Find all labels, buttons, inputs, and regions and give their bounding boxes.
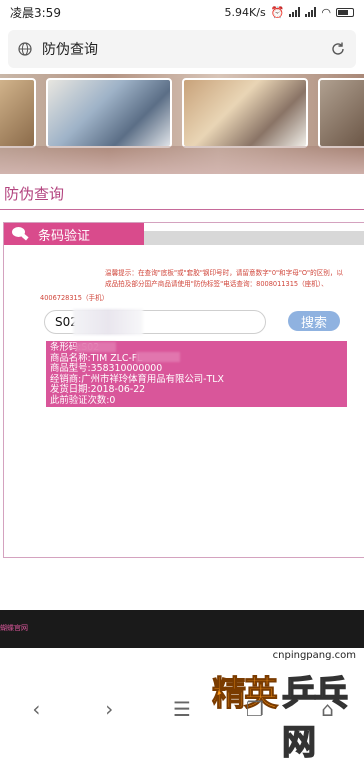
tip-line-1: 温馨提示：在查询"底板"或"套胶"钢印号时，请留意数字"0"和字母"O"的区别，… — [105, 269, 344, 277]
banner-fade — [0, 146, 364, 174]
redacted-region — [76, 342, 116, 352]
footer-link[interactable]: 蝴蝶官网 — [0, 623, 28, 633]
network-speed: 5.94K/s — [224, 5, 266, 19]
signal-icon-2 — [305, 7, 317, 17]
address-text: 防伪查询 — [42, 42, 98, 58]
tab-bar-fill — [144, 231, 364, 245]
forward-icon[interactable]: › — [89, 697, 129, 721]
result-verify-count: 此前验证次数:0 — [50, 394, 116, 406]
banner-photo — [0, 78, 36, 148]
home-icon[interactable]: ⌂ — [308, 697, 348, 721]
address-bar[interactable]: 防伪查询 — [8, 30, 356, 68]
redacted-region — [73, 309, 143, 335]
status-bar: 凌晨3:59 5.94K/s ⏰ ◠ — [0, 0, 364, 24]
tab-label: 条码验证 — [38, 228, 91, 244]
search-button[interactable]: 搜索 — [288, 311, 340, 331]
banner-photo — [318, 78, 364, 148]
title-divider — [0, 209, 364, 210]
globe-icon — [18, 42, 32, 56]
status-icons: 5.94K/s ⏰ ◠ — [225, 6, 354, 19]
signal-icon — [289, 7, 301, 17]
banner-photo — [46, 78, 172, 148]
watermark-url: cnpingpang.com — [272, 650, 356, 661]
browser-nav-bar: ‹ › ☰ ❐ ⌂ — [0, 690, 364, 728]
ping-pong-paddle-icon — [12, 227, 30, 241]
tip-text: 温馨提示：在查询"底板"或"套胶"钢印号时，请留意数字"0"和字母"O"的区别，… — [105, 268, 364, 290]
page-title: 防伪查询 — [4, 185, 65, 203]
banner-photo — [182, 78, 308, 148]
alarm-icon: ⏰ — [270, 5, 285, 19]
page-footer — [0, 610, 364, 648]
verify-result: 条形码:S02 商品名称:TIM ZLC-FL 商品型号:35831000000… — [46, 341, 347, 407]
battery-icon — [336, 7, 354, 17]
refresh-icon[interactable] — [330, 41, 346, 57]
status-time: 凌晨3:59 — [10, 5, 61, 20]
tip-phone: 4006728315（手机） — [40, 294, 109, 302]
tip-line-2: 成品拍及部分国产商品请使用"防伪标签"电话查询：8008011315（座机）、 — [105, 280, 328, 288]
back-icon[interactable]: ‹ — [16, 697, 56, 721]
tab-barcode-verify[interactable]: 条码验证 — [4, 223, 144, 245]
redacted-region — [136, 352, 180, 362]
menu-icon[interactable]: ☰ — [162, 697, 202, 721]
banner-image — [0, 74, 364, 174]
tabs-icon[interactable]: ❐ — [235, 697, 275, 721]
wifi-icon: ◠ — [321, 5, 331, 19]
